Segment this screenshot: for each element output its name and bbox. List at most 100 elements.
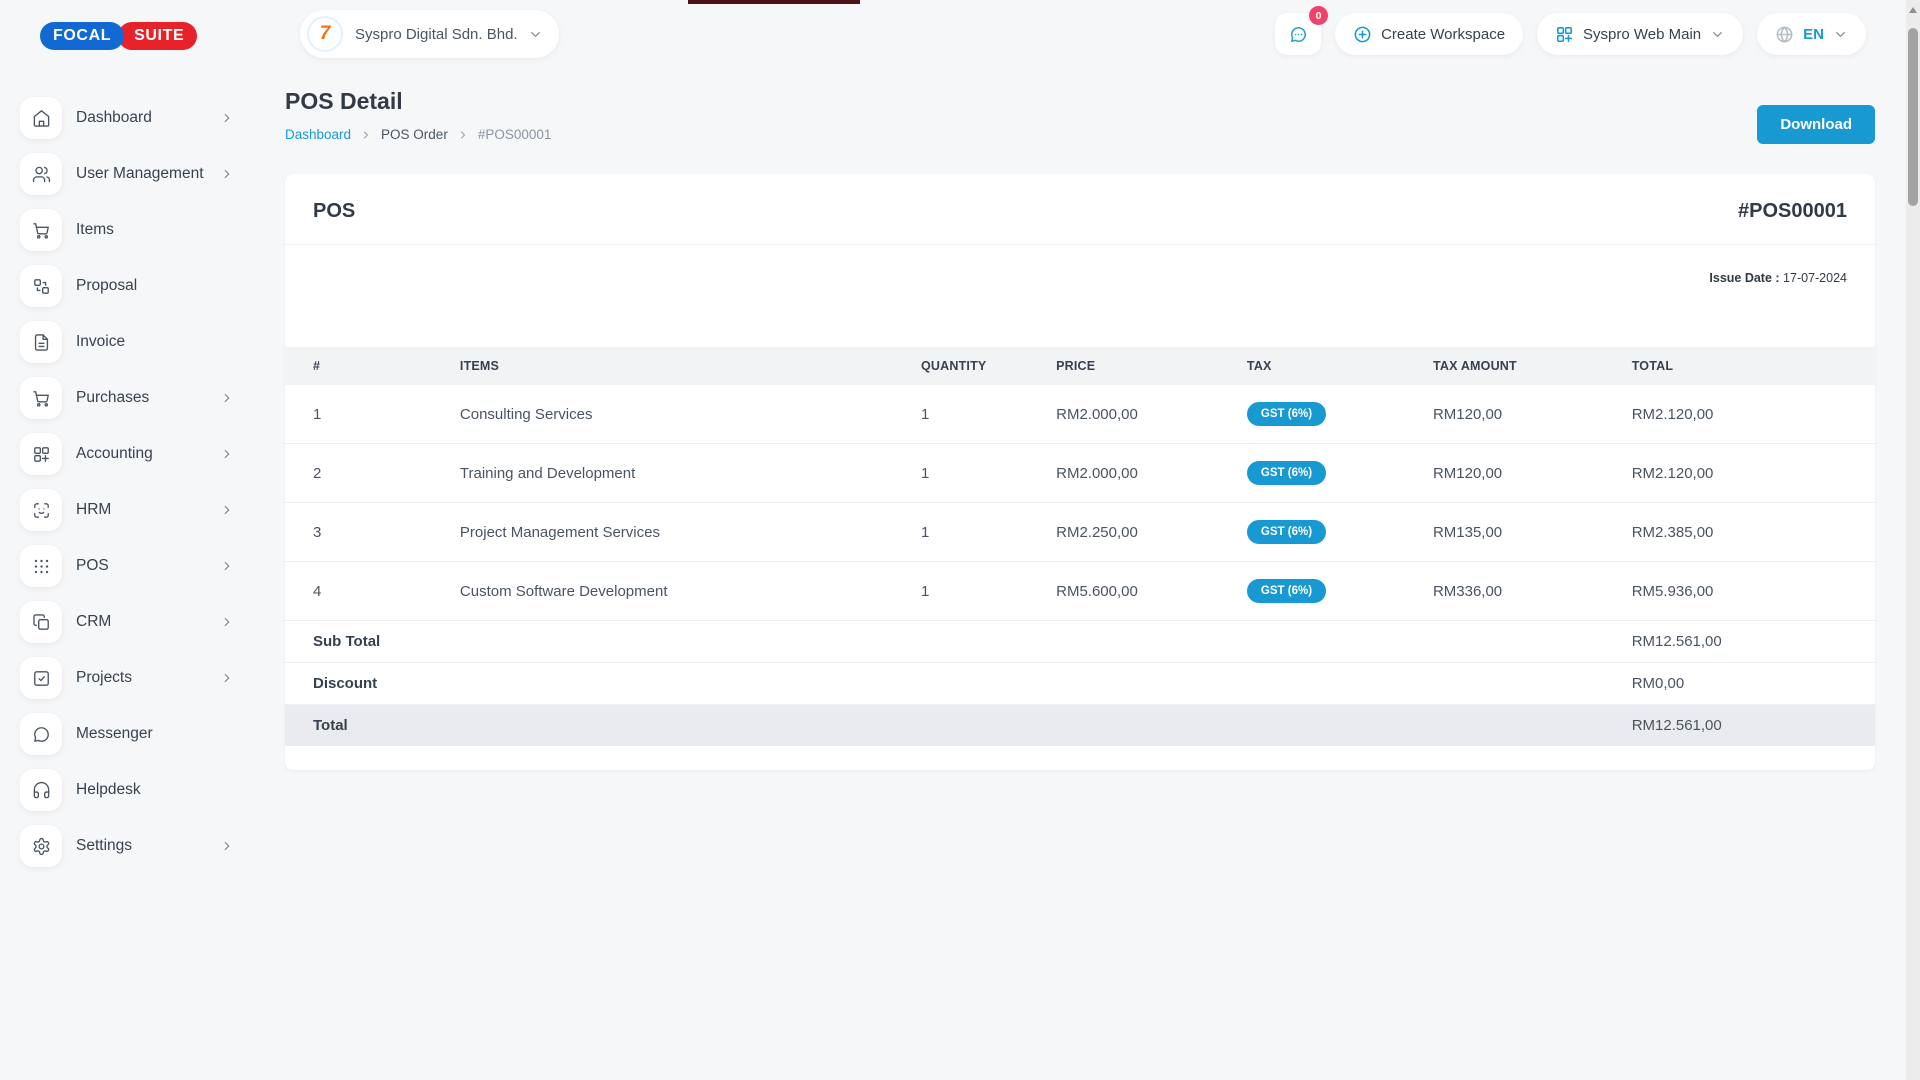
summary-row-discount: DiscountRM0,00 <box>285 663 1875 705</box>
sidebar-item-crm[interactable]: CRM <box>0 594 256 650</box>
grid-dots-icon <box>20 545 62 587</box>
chevron-right-icon <box>220 167 234 181</box>
item-price: RM2.000,00 <box>1056 444 1247 503</box>
table-header-row: #ITEMSQUANTITYPRICETAXTAX AMOUNTTOTAL <box>285 347 1875 385</box>
sidebar-item-invoice[interactable]: Invoice <box>0 314 256 370</box>
grid-plus-icon <box>20 433 62 475</box>
chat-button[interactable]: 0 <box>1275 13 1321 55</box>
swap-boxes-icon <box>20 265 62 307</box>
page-title: POS Detail <box>285 88 551 115</box>
screen-artifact <box>688 0 860 4</box>
item-row: 4Custom Software Development1RM5.600,00G… <box>285 562 1875 621</box>
breadcrumb-item: POS Order <box>381 127 448 142</box>
item-tax-amount: RM120,00 <box>1433 385 1632 444</box>
breadcrumb: DashboardPOS Order#POS00001 <box>285 127 551 142</box>
sidebar-item-dashboard[interactable]: Dashboard <box>0 90 256 146</box>
headphones-icon <box>20 769 62 811</box>
chevron-right-icon <box>220 111 234 125</box>
item-tax-cell: GST (6%) <box>1247 385 1433 444</box>
main-content: POS Detail Dashboard POS Order #POS00001 D… <box>285 88 1875 770</box>
page-scrollbar[interactable] <box>1906 0 1920 1080</box>
sidebar-item-label: Purchases <box>76 389 220 407</box>
sidebar-item-helpdesk[interactable]: Helpdesk <box>0 762 256 818</box>
sidebar-item-purchases[interactable]: Purchases <box>0 370 256 426</box>
item-name: Training and Development <box>460 444 921 503</box>
create-workspace-label: Create Workspace <box>1381 26 1505 43</box>
home-icon <box>20 97 62 139</box>
breadcrumb-separator-icon <box>457 129 469 141</box>
item-tax-amount: RM120,00 <box>1433 444 1632 503</box>
language-label: EN <box>1803 26 1824 43</box>
item-row: 2Training and Development1RM2.000,00GST … <box>285 444 1875 503</box>
item-total: RM2.120,00 <box>1632 444 1875 503</box>
card-title: POS <box>313 200 355 223</box>
sidebar-item-label: Accounting <box>76 445 220 463</box>
sidebar: FOCAL SUITE Dashboard User Management Item… <box>0 0 256 1080</box>
sidebar-item-proposal[interactable]: Proposal <box>0 258 256 314</box>
square-check-icon <box>20 657 62 699</box>
item-total: RM2.120,00 <box>1632 385 1875 444</box>
page-header: POS Detail DashboardPOS Order#POS00001 D… <box>285 88 1875 144</box>
app-selector-label: Syspro Web Main <box>1583 26 1701 43</box>
summary-value: RM12.561,00 <box>1632 705 1875 747</box>
chevron-right-icon <box>220 391 234 405</box>
gear-icon <box>20 825 62 867</box>
item-quantity: 1 <box>921 385 1056 444</box>
sidebar-item-label: User Management <box>76 165 220 183</box>
pos-number: #POS00001 <box>1738 200 1847 223</box>
pos-detail-card: POS #POS00001 Issue Date : 17-07-2024 #I… <box>285 174 1875 770</box>
item-tax-amount: RM135,00 <box>1433 503 1632 562</box>
item-total: RM5.936,00 <box>1632 562 1875 621</box>
globe-icon <box>1775 25 1794 44</box>
tax-badge: GST (6%) <box>1247 520 1326 544</box>
sidebar-item-projects[interactable]: Projects <box>0 650 256 706</box>
sidebar-item-label: CRM <box>76 613 220 631</box>
sidebar-item-label: Messenger <box>76 725 234 743</box>
sidebar-item-items[interactable]: Items <box>0 202 256 258</box>
row-number: 3 <box>285 503 460 562</box>
issue-date-label: Issue Date : <box>1709 271 1779 285</box>
sidebar-item-accounting[interactable]: Accounting <box>0 426 256 482</box>
sidebar-item-label: Settings <box>76 837 220 855</box>
language-selector[interactable]: EN <box>1757 13 1866 55</box>
sidebar-item-user-management[interactable]: User Management <box>0 146 256 202</box>
column-header: TOTAL <box>1632 347 1875 385</box>
create-workspace-button[interactable]: Create Workspace <box>1335 13 1523 55</box>
chat-badge: 0 <box>1309 6 1328 25</box>
plus-circle-icon <box>1353 25 1372 44</box>
item-quantity: 1 <box>921 562 1056 621</box>
scroll-up-arrow-icon[interactable] <box>1909 7 1917 13</box>
app-selector[interactable]: Syspro Web Main <box>1537 13 1743 55</box>
brand-logo[interactable]: FOCAL SUITE <box>40 22 256 50</box>
summary-value: RM0,00 <box>1632 663 1875 705</box>
topbar: 7 Syspro Digital Sdn. Bhd. 0 Create Work… <box>256 8 1866 60</box>
item-name: Consulting Services <box>460 385 921 444</box>
workspace-logo-icon: 7 <box>307 16 343 52</box>
item-name: Custom Software Development <box>460 562 921 621</box>
sidebar-item-pos[interactable]: POS <box>0 538 256 594</box>
summary-row-total: TotalRM12.561,00 <box>285 705 1875 747</box>
sidebar-item-label: HRM <box>76 501 220 519</box>
sidebar-item-messenger[interactable]: Messenger <box>0 706 256 762</box>
breadcrumb-separator-icon <box>360 129 372 141</box>
copy-boxes-icon <box>20 601 62 643</box>
column-header: TAX AMOUNT <box>1433 347 1632 385</box>
item-tax-amount: RM336,00 <box>1433 562 1632 621</box>
issue-date-row: Issue Date : 17-07-2024 <box>285 245 1875 285</box>
scrollbar-thumb[interactable] <box>1908 28 1918 206</box>
topbar-actions: 0 Create Workspace Syspro Web Main EN <box>1275 13 1866 55</box>
download-button[interactable]: Download <box>1757 105 1875 144</box>
item-tax-cell: GST (6%) <box>1247 503 1433 562</box>
sidebar-item-label: Dashboard <box>76 109 220 127</box>
workspace-name: Syspro Digital Sdn. Bhd. <box>355 26 518 43</box>
workspace-selector[interactable]: 7 Syspro Digital Sdn. Bhd. <box>300 10 559 58</box>
sidebar-item-label: Projects <box>76 669 220 687</box>
sidebar-item-settings[interactable]: Settings <box>0 818 256 874</box>
sidebar-item-hrm[interactable]: HRM <box>0 482 256 538</box>
breadcrumb-item[interactable]: Dashboard <box>285 127 351 142</box>
brand-logo-focal: FOCAL <box>40 22 124 50</box>
item-price: RM5.600,00 <box>1056 562 1247 621</box>
chat-bubble-icon <box>20 713 62 755</box>
summary-label: Total <box>285 705 1632 747</box>
chevron-right-icon <box>220 447 234 461</box>
